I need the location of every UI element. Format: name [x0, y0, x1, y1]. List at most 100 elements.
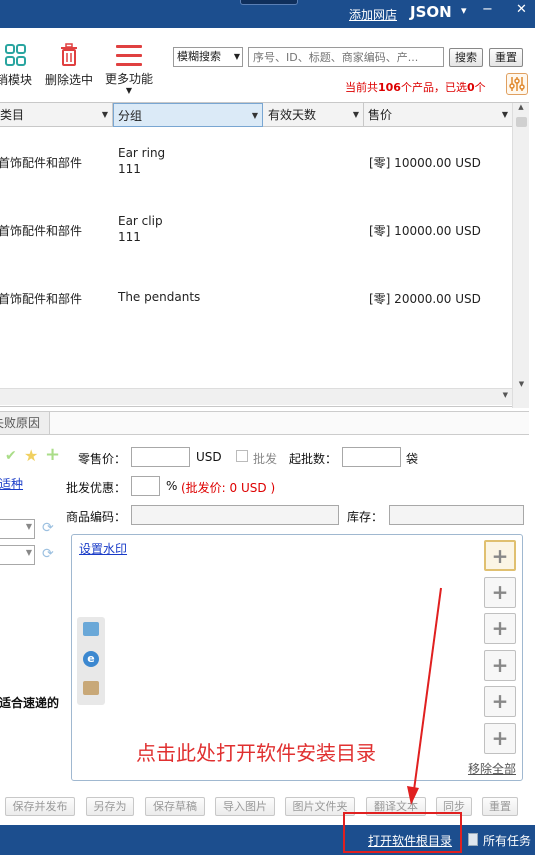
unit-label: 袋	[406, 452, 419, 466]
stock-label: 库存：	[347, 510, 384, 524]
save-publish-button[interactable]: 保存并发布	[5, 797, 75, 816]
scroll-down-icon[interactable]: ▼	[513, 380, 530, 388]
chevron-down-icon: ▼	[352, 110, 359, 119]
reset-form-button[interactable]: 重置	[482, 797, 518, 816]
cell-group-sub: 111	[118, 162, 141, 176]
set-watermark-link[interactable]: 设置水印	[79, 540, 127, 557]
scroll-thumb[interactable]	[516, 117, 527, 127]
close-icon[interactable]: ✕	[516, 2, 527, 17]
tab-fail-reason[interactable]: 失败原因	[0, 412, 50, 434]
add-image-button[interactable]: +	[484, 613, 516, 644]
left-select-2[interactable]: ▼	[0, 545, 35, 565]
account-dropdown-icon[interactable]: ▾	[461, 4, 467, 17]
column-header-price[interactable]: 售价 ▼	[364, 103, 512, 127]
settings-sliders-icon[interactable]	[506, 73, 528, 95]
browser-icon[interactable]: e	[83, 651, 99, 667]
annotation-text: 点击此处打开软件安装目录	[136, 741, 376, 765]
import-images-button[interactable]: 导入图片	[215, 797, 275, 816]
vertical-scrollbar[interactable]: ▲ ▼	[512, 103, 529, 408]
remove-all-link[interactable]: 移除全部	[468, 760, 516, 777]
toolbar: 销模块 删除选中 更多功能 ▼ 模糊搜索 ▼ 搜索 重置 当前共106个产品，已…	[0, 28, 535, 100]
wholesale-label: 批发	[253, 452, 278, 466]
min-batch-input[interactable]	[342, 447, 401, 467]
chevron-down-icon: ▼	[25, 522, 32, 531]
search-input[interactable]	[248, 47, 444, 67]
image-icon[interactable]	[83, 681, 99, 695]
refresh-icon[interactable]: ⟳	[42, 546, 54, 562]
shipping-note: 适合速递的	[0, 696, 60, 710]
trash-icon	[61, 43, 77, 66]
save-draft-button[interactable]: 保存草稿	[145, 797, 205, 816]
retail-price-input[interactable]	[131, 447, 190, 467]
column-header-group[interactable]: 分组 ▼	[113, 103, 263, 127]
product-grid: 类目 ▼ 分组 ▼ 有效天数 ▼ 售价 ▼ 首饰配件和部件 Ear ring 111 […	[0, 102, 529, 408]
cell-category: 首饰配件和部件	[0, 224, 83, 238]
table-row[interactable]: 首饰配件和部件 Ear ring 111 [零] 10000.00 USD	[0, 145, 512, 205]
chevron-down-icon: ▼	[251, 111, 258, 120]
stock-input[interactable]	[389, 505, 524, 525]
account-name[interactable]: JSON	[410, 3, 452, 21]
delete-selected-button[interactable]: 删除选中	[44, 43, 94, 88]
title-bar: 添加网店 JSON ▾ − ✕	[0, 0, 535, 28]
add-store-link[interactable]: 添加网店	[349, 6, 397, 23]
add-image-button[interactable]: +	[484, 540, 516, 571]
detail-tabs: 失败原因	[0, 411, 529, 435]
chevron-down-icon: ▼	[101, 110, 108, 119]
percent-label: %	[166, 479, 178, 493]
delete-selected-label: 删除选中	[44, 73, 93, 87]
cell-price: [零] 20000.00 USD	[369, 292, 481, 306]
menu-icon	[116, 45, 142, 66]
cell-category: 首饰配件和部件	[0, 292, 83, 306]
product-code-label: 商品编码：	[66, 510, 127, 524]
module-tool[interactable]: 销模块	[0, 43, 34, 88]
category-link[interactable]: 适种	[0, 475, 23, 492]
cell-group: Ear ring	[118, 146, 166, 160]
cell-group: Ear clip	[118, 214, 163, 228]
scroll-right-icon[interactable]: ▼	[503, 391, 508, 399]
product-count: 当前共106个产品，已选0个	[345, 81, 486, 94]
column-header-valid-days[interactable]: 有效天数 ▼	[264, 103, 364, 127]
highlight-box	[343, 812, 462, 853]
search-mode-value: 模糊搜索	[177, 50, 221, 63]
column-header-category[interactable]: 类目 ▼	[0, 103, 113, 127]
product-code-input[interactable]	[131, 505, 339, 525]
min-batch-label: 起批数：	[289, 452, 338, 466]
add-image-button[interactable]: +	[484, 650, 516, 681]
chevron-down-icon: ▼	[125, 86, 133, 95]
more-functions-label: 更多功能	[104, 72, 153, 86]
add-image-button[interactable]: +	[484, 577, 516, 608]
grid-header: 类目 ▼ 分组 ▼ 有效天数 ▼ 售价 ▼	[0, 103, 512, 127]
add-image-button[interactable]: +	[484, 686, 516, 717]
editor-side-tools: e	[77, 617, 105, 705]
task-list-icon	[468, 833, 478, 846]
plus-icon: +	[45, 444, 61, 465]
retail-price-label: 零售价：	[78, 452, 127, 466]
table-row[interactable]: 首饰配件和部件 The pendants [零] 20000.00 USD	[0, 281, 512, 341]
cell-group: The pendants	[118, 290, 201, 304]
scroll-up-icon[interactable]: ▲	[513, 103, 529, 111]
chevron-down-icon: ▼	[25, 548, 32, 557]
wholesale-checkbox[interactable]	[236, 450, 248, 462]
chevron-down-icon: ▼	[233, 52, 240, 61]
star-icon: ★	[24, 446, 39, 465]
add-image-button[interactable]: +	[484, 723, 516, 754]
minimize-icon[interactable]: −	[482, 2, 493, 17]
wholesale-discount-input[interactable]	[131, 476, 160, 496]
folder-icon[interactable]	[83, 622, 99, 636]
currency-label: USD	[196, 450, 222, 464]
left-select-1[interactable]: ▼	[0, 519, 35, 539]
cell-category: 首饰配件和部件	[0, 156, 83, 170]
check-icon: ✔	[5, 448, 17, 464]
cell-price: [零] 10000.00 USD	[369, 156, 481, 170]
modules-icon	[5, 44, 26, 66]
more-functions-button[interactable]: 更多功能 ▼	[103, 42, 155, 95]
reset-button[interactable]: 重置	[489, 48, 523, 67]
refresh-icon[interactable]: ⟳	[42, 520, 54, 536]
save-as-button[interactable]: 另存为	[86, 797, 134, 816]
horizontal-scrollbar[interactable]: ▼	[0, 388, 512, 405]
search-mode-select[interactable]: 模糊搜索 ▼	[173, 47, 243, 67]
module-label: 销模块	[0, 73, 32, 87]
table-row[interactable]: 首饰配件和部件 Ear clip 111 [零] 10000.00 USD	[0, 213, 512, 273]
all-tasks-button[interactable]: 所有任务	[483, 832, 531, 849]
search-button[interactable]: 搜索	[449, 48, 483, 67]
